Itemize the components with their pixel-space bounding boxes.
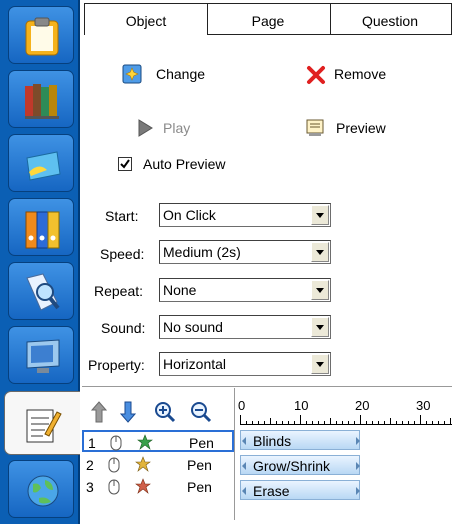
remove-label: Remove [334, 66, 387, 82]
tab-page[interactable]: Page [205, 3, 331, 34]
animation-star-icon [137, 434, 153, 450]
start-label: Start: [105, 208, 139, 224]
effect-bar[interactable]: Grow/Shrink [240, 455, 360, 475]
books-icon [25, 84, 59, 119]
chevron-down-icon[interactable] [311, 280, 329, 300]
tab-strip-baseline [208, 34, 452, 35]
ruler-tick-label: 0 [238, 398, 246, 413]
mouse-click-icon [110, 435, 122, 451]
ruler-tick-label: 10 [294, 398, 309, 413]
sidebar-button-card[interactable] [8, 134, 74, 192]
binders-icon [25, 211, 60, 249]
chevron-down-icon[interactable] [311, 205, 329, 225]
sidebar-toolbar [0, 0, 80, 524]
preview-icon [306, 119, 324, 136]
sound-value: No sound [163, 319, 223, 335]
list-item-number: 1 [88, 435, 96, 451]
start-select[interactable]: On Click [159, 203, 331, 227]
monitor-icon [26, 339, 60, 373]
speed-label: Speed: [100, 246, 145, 262]
effect-bar-label: Erase [253, 483, 290, 499]
mouse-click-icon [108, 457, 120, 473]
repeat-select[interactable]: None [159, 278, 331, 302]
chevron-down-icon[interactable] [311, 242, 329, 262]
sidebar-button-magnifier[interactable] [8, 262, 74, 320]
effect-bar-label: Grow/Shrink [253, 458, 331, 474]
card-icon [26, 151, 61, 181]
effect-bar-label: Blinds [253, 433, 292, 449]
move-down-arrow-icon[interactable] [120, 401, 136, 423]
change-icon [122, 64, 142, 84]
tab-question-label: Question [361, 13, 419, 29]
ruler-tick-label: 20 [355, 398, 370, 413]
play-icon [138, 119, 153, 137]
tab-question[interactable]: Question [328, 3, 452, 34]
sidebar-button-clipboard[interactable] [8, 6, 74, 64]
property-select[interactable]: Horizontal [159, 352, 331, 376]
speed-select[interactable]: Medium (2s) [159, 240, 331, 264]
change-button[interactable]: Change [122, 63, 222, 85]
repeat-value: None [163, 282, 197, 298]
repeat-label: Repeat: [94, 283, 144, 299]
list-item-name: Pen [189, 435, 214, 451]
effect-bar[interactable]: Blinds [240, 430, 360, 450]
ruler-ticks [240, 415, 451, 425]
ruler-tick-label: 30 [416, 398, 431, 413]
tab-object[interactable]: Object [84, 3, 208, 35]
effect-bar[interactable]: Erase [240, 480, 360, 500]
list-item-number: 3 [86, 479, 94, 495]
tab-object-label: Object [125, 13, 167, 29]
remove-x-icon [307, 66, 325, 84]
zoom-in-icon[interactable] [154, 401, 176, 423]
auto-preview-checkbox[interactable]: Auto Preview [118, 155, 248, 173]
chevron-down-icon[interactable] [311, 354, 329, 374]
sidebar-button-notepad[interactable] [4, 391, 80, 455]
tab-page-label: Page [251, 13, 285, 29]
auto-preview-label: Auto Preview [143, 156, 226, 172]
move-up-arrow-icon[interactable] [91, 401, 107, 423]
property-value: Horizontal [163, 356, 227, 372]
list-item-name: Pen [187, 457, 212, 473]
chevron-down-icon[interactable] [311, 317, 329, 337]
list-item[interactable]: 2 Pen [82, 454, 234, 476]
sound-label: Sound: [101, 320, 146, 336]
clipboard-icon [25, 17, 59, 56]
start-value: On Click [163, 207, 216, 223]
play-label: Play [163, 120, 191, 136]
magnifier-icon [26, 273, 60, 311]
globe-icon [27, 475, 59, 507]
list-item[interactable]: 1 Pen [82, 430, 234, 452]
animation-list: 1 Pen 2 Pen 3 Pen [82, 428, 234, 518]
timeline-splitter[interactable] [234, 388, 235, 520]
notepad-pencil-icon [26, 409, 62, 443]
property-label: Property: [88, 357, 145, 373]
animation-star-icon [135, 456, 151, 472]
timeline-ruler [240, 415, 452, 425]
list-item[interactable]: 3 Pen [82, 476, 234, 498]
speed-value: Medium (2s) [163, 244, 241, 260]
sound-select[interactable]: No sound [159, 315, 331, 339]
sidebar-button-books[interactable] [8, 70, 74, 128]
remove-button[interactable]: Remove [306, 63, 406, 85]
sidebar-button-binders[interactable] [8, 198, 74, 256]
list-item-name: Pen [187, 479, 212, 495]
checkbox-checked-icon [118, 157, 132, 171]
sidebar-button-globe[interactable] [8, 460, 74, 518]
animation-star-icon [135, 478, 151, 494]
timeline-divider [82, 386, 452, 387]
preview-label: Preview [336, 120, 386, 136]
change-label: Change [156, 66, 206, 82]
mouse-click-icon [108, 479, 120, 495]
sidebar-button-monitor[interactable] [8, 326, 74, 384]
zoom-out-icon[interactable] [190, 401, 212, 423]
play-button[interactable]: Play [137, 117, 207, 139]
preview-button[interactable]: Preview [305, 117, 405, 139]
list-item-number: 2 [86, 457, 94, 473]
